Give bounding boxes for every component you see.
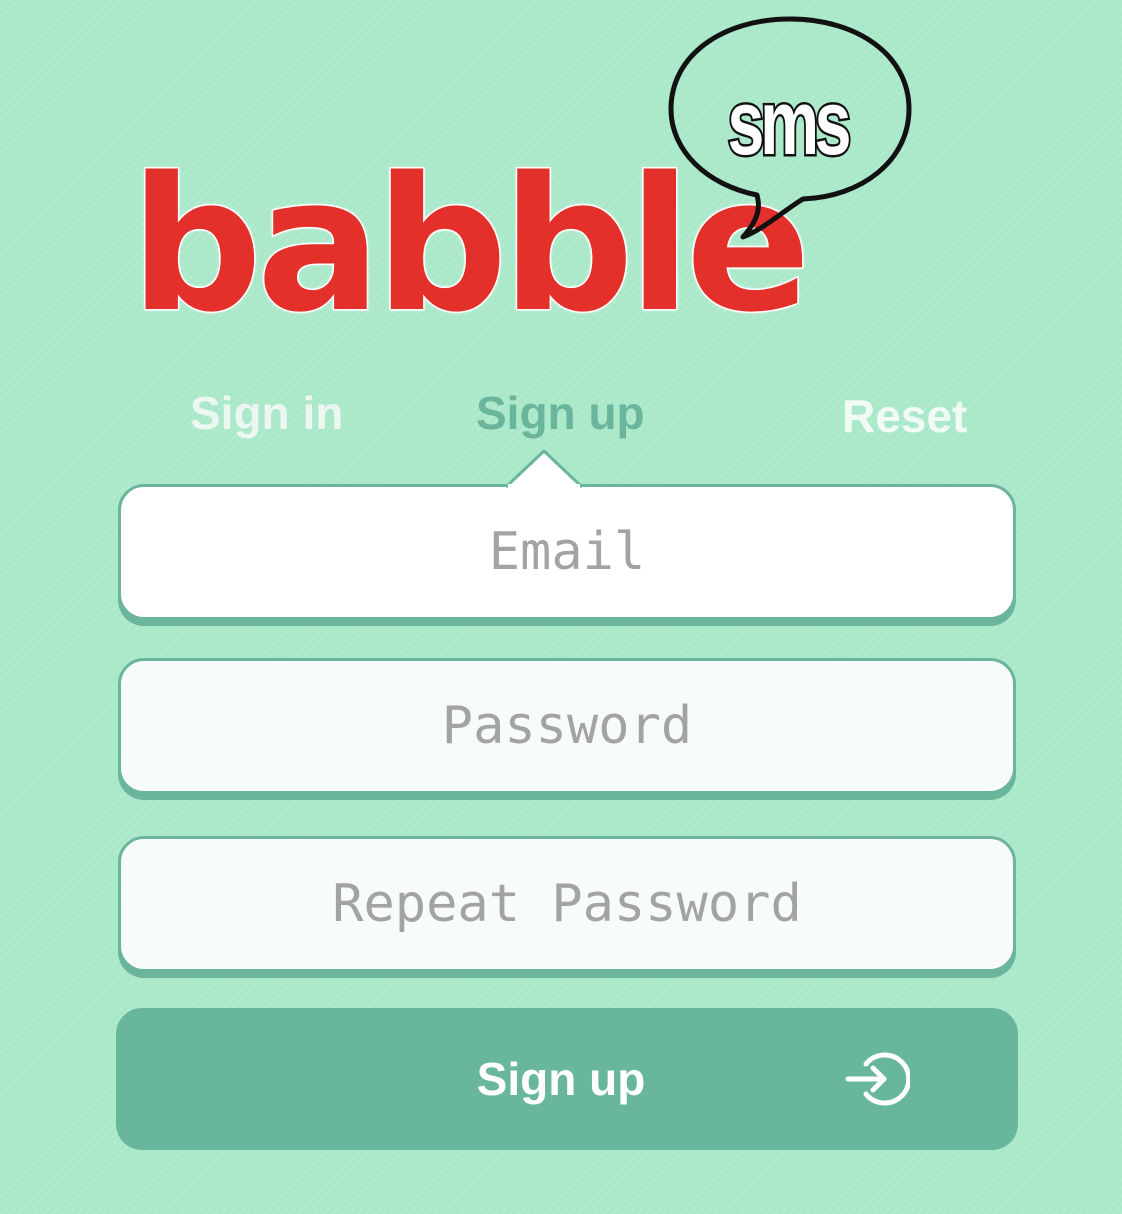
speech-bubble-logo: sms [665, 15, 915, 245]
logo-badge-text: sms [726, 71, 854, 176]
active-tab-pointer [506, 449, 582, 490]
tab-sign-up[interactable]: Sign up [476, 385, 645, 441]
password-field-container [118, 658, 1016, 794]
repeat-password-field[interactable] [121, 839, 1013, 969]
sign-in-arrow-icon [845, 1052, 910, 1106]
email-field-container [118, 484, 1016, 620]
tab-sign-in[interactable]: Sign in [190, 385, 343, 441]
password-field[interactable] [121, 661, 1013, 791]
email-field[interactable] [121, 487, 1013, 617]
sign-up-button[interactable]: Sign up [116, 1008, 1018, 1150]
tab-reset[interactable]: Reset [842, 388, 967, 444]
repeat-password-field-container [118, 836, 1016, 972]
